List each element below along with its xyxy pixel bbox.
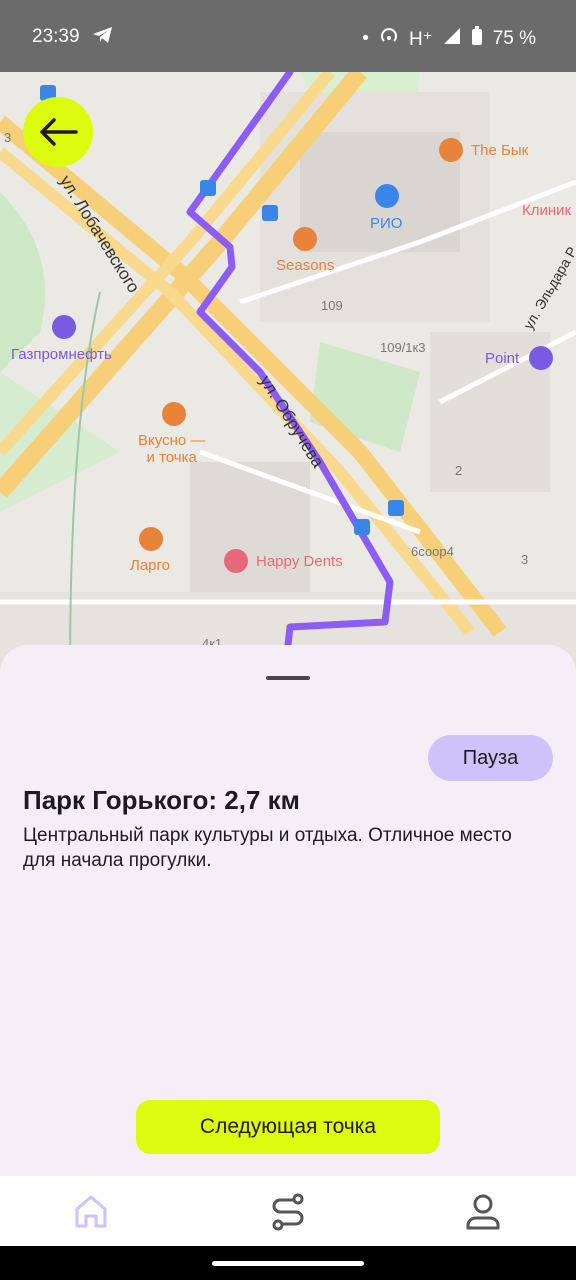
map-canvas (0, 72, 576, 672)
poi-label-seasons: Seasons (276, 257, 335, 274)
house-number: 2 (455, 463, 463, 478)
poi-label-the-byk: The Бык (471, 142, 529, 159)
nav-profile[interactable] (459, 1188, 507, 1236)
nav-route[interactable] (264, 1188, 312, 1236)
house-number: 6соор4 (411, 544, 454, 559)
place-title: Парк Горького: 2,7 км (23, 785, 300, 815)
battery-icon (471, 26, 483, 52)
telegram-icon (92, 25, 114, 51)
house-number: 109 (321, 298, 343, 313)
poi-label-largo: Ларго (130, 557, 171, 574)
nav-home[interactable] (67, 1188, 115, 1236)
poi-label-happy-dents: Happy Dents (256, 553, 343, 570)
poi-label-point: Point (485, 350, 520, 367)
drag-handle[interactable] (266, 676, 310, 680)
battery-level: 75 % (492, 28, 536, 49)
bottom-sheet: Пауза Парк Горького: 2,7 км Центральный … (0, 645, 576, 1176)
status-bar: 23:39 • H⁺ 75 % (0, 0, 576, 72)
route-icon (272, 1193, 304, 1231)
dot-icon: • (362, 28, 369, 49)
home-icon (75, 1195, 107, 1228)
next-point-button[interactable]: Следующая точка (136, 1100, 440, 1154)
arrow-left-icon (40, 118, 78, 146)
network-type: H⁺ (408, 28, 433, 50)
house-number: 109/1к3 (380, 340, 426, 355)
status-time: 23:39 (32, 26, 80, 47)
back-button[interactable] (23, 97, 93, 167)
map-view[interactable]: ул. Лобачевского ул. Обручева ул. Эльдар… (0, 72, 576, 672)
poi-label-clinic: Клиник (522, 202, 572, 219)
home-indicator[interactable] (212, 1261, 364, 1266)
place-description: Центральный парк культуры и отдыха. Отли… (23, 825, 512, 871)
signal-icon (443, 27, 461, 51)
poi-label-vkusno: Вкусно — и точка (138, 432, 206, 466)
pause-button[interactable]: Пауза (428, 735, 553, 781)
bottom-navigation (0, 1176, 576, 1246)
poi-label-gazpromneft: Газпромнефть (11, 346, 112, 363)
house-number: 3 (4, 130, 12, 145)
poi-label-rio: РИО (370, 215, 403, 232)
profile-icon (466, 1194, 500, 1230)
gesture-area (0, 1246, 576, 1280)
house-number: 3 (521, 552, 529, 567)
hotspot-icon (379, 26, 399, 52)
